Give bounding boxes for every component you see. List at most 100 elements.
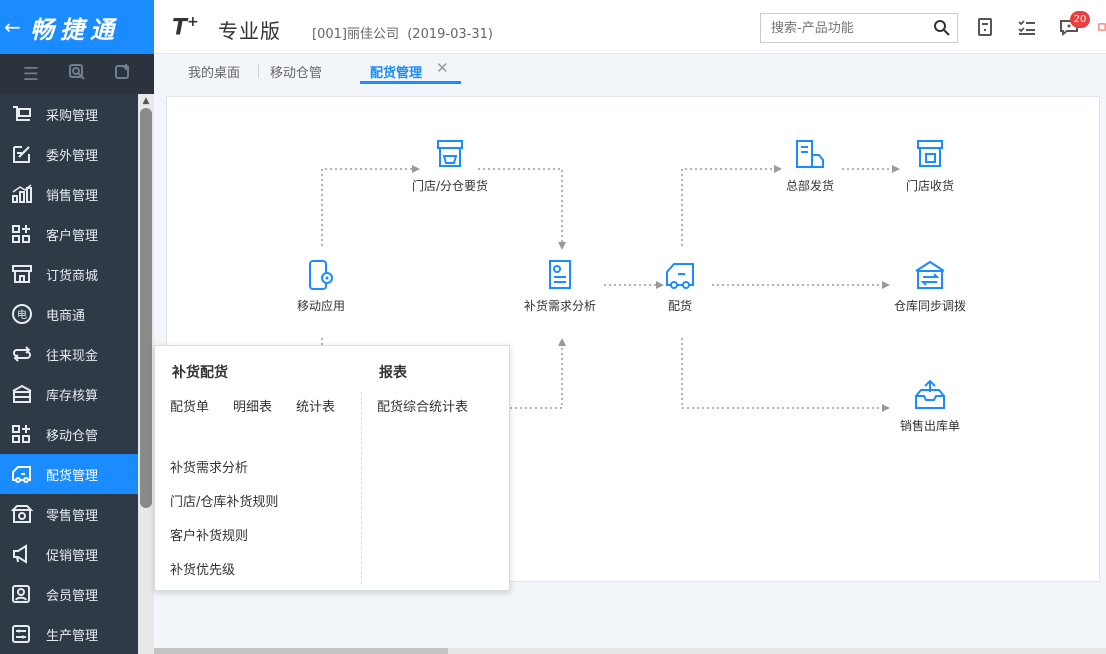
node-distribution[interactable]: 配货 bbox=[620, 258, 740, 314]
link-replenish-priority[interactable]: 补货优先级 bbox=[170, 559, 235, 578]
sidebar-item-mobile-warehouse[interactable]: 移动仓管 bbox=[0, 414, 138, 454]
node-hq-ship[interactable]: 总部发货 bbox=[750, 138, 870, 194]
login-date: (2019-03-31) bbox=[407, 27, 493, 42]
sidebar-item-label: 销售管理 bbox=[46, 188, 99, 204]
link-distribution-order[interactable]: 配货单 bbox=[170, 396, 209, 415]
notification-badge: 20 bbox=[1070, 11, 1090, 28]
tab-distribution[interactable]: 配货管理 bbox=[370, 62, 422, 81]
bar-chart-icon bbox=[10, 183, 34, 205]
sidebar: ← 畅捷通 ☰ 采购管理 委外管理 销售管理 客户管理 订货商城 电 电商通 往… bbox=[0, 0, 154, 654]
sidebar-item-ecommerce[interactable]: 电 电商通 bbox=[0, 294, 138, 334]
search-icon[interactable] bbox=[933, 19, 951, 41]
outbound-tray-icon bbox=[915, 379, 945, 409]
node-label: 移动应用 bbox=[296, 299, 345, 313]
submenu-heading-reports: 报表 bbox=[379, 365, 407, 381]
link-summary-report[interactable]: 统计表 bbox=[296, 396, 335, 415]
sidebar-item-customer[interactable]: 客户管理 bbox=[0, 214, 138, 254]
sidebar-item-purchase[interactable]: 采购管理 bbox=[0, 94, 138, 134]
submenu-heading-replenish: 补货配货 bbox=[172, 365, 228, 381]
node-label: 配货 bbox=[667, 299, 692, 313]
menu-icon[interactable]: ☰ bbox=[19, 64, 43, 85]
sidebar-item-label: 订货商城 bbox=[46, 268, 99, 284]
link-detail-report[interactable]: 明细表 bbox=[233, 396, 272, 415]
grid-plus-icon bbox=[10, 223, 34, 245]
node-label: 门店收货 bbox=[905, 179, 954, 193]
node-label: 补货需求分析 bbox=[523, 299, 596, 313]
brand-bar: ← 畅捷通 bbox=[0, 0, 154, 54]
search-menu-icon[interactable] bbox=[65, 63, 89, 86]
company-info: [001]丽佳公司 (2019-03-31) bbox=[312, 23, 493, 42]
sidebar-item-label: 库存核算 bbox=[46, 388, 99, 404]
sidebar-item-sales[interactable]: 销售管理 bbox=[0, 174, 138, 214]
node-label: 门店/分仓要货 bbox=[411, 179, 489, 193]
add-shortcut-icon[interactable] bbox=[111, 63, 135, 86]
search-input[interactable] bbox=[761, 14, 921, 42]
product-edition: 专业版 bbox=[218, 19, 281, 43]
sidebar-item-distribution[interactable]: 配货管理 bbox=[0, 454, 146, 494]
scrollbar-thumb[interactable] bbox=[140, 108, 152, 508]
warehouse-icon bbox=[10, 383, 34, 405]
scroll-up-arrow-icon[interactable]: ▲ bbox=[141, 96, 151, 106]
exchange-icon bbox=[10, 343, 34, 365]
hq-shipping-icon bbox=[796, 140, 824, 168]
node-store-receive[interactable]: 门店收货 bbox=[870, 138, 990, 194]
link-distribution-stats[interactable]: 配货综合统计表 bbox=[377, 396, 468, 415]
close-tab-icon[interactable]: ✕ bbox=[436, 59, 449, 77]
sidebar-toolbar: ☰ bbox=[0, 54, 154, 94]
sidebar-item-promotion[interactable]: 促销管理 bbox=[0, 534, 138, 574]
sidebar-item-outsource[interactable]: 委外管理 bbox=[0, 134, 138, 174]
sidebar-item-label: 配货管理 bbox=[46, 468, 99, 484]
sidebar-item-production[interactable]: 生产管理 bbox=[0, 614, 138, 654]
node-warehouse-transfer[interactable]: 仓库同步调拨 bbox=[870, 258, 990, 314]
delivery-truck-icon bbox=[666, 263, 694, 289]
horizontal-scrollbar-thumb[interactable] bbox=[154, 648, 448, 654]
sidebar-item-label: 采购管理 bbox=[46, 108, 99, 124]
megaphone-icon bbox=[10, 543, 34, 565]
task-list-icon[interactable] bbox=[1016, 16, 1038, 38]
sidebar-scrollbar[interactable]: ▲ bbox=[138, 94, 154, 654]
warehouse-transfer-icon bbox=[915, 260, 945, 289]
node-label: 销售出库单 bbox=[899, 419, 960, 433]
brand-name: 畅捷通 bbox=[30, 15, 120, 44]
search-box[interactable] bbox=[760, 13, 958, 43]
retail-icon bbox=[10, 503, 34, 525]
sidebar-item-label: 促销管理 bbox=[46, 548, 99, 564]
calculator-icon[interactable] bbox=[974, 16, 996, 38]
node-store-request[interactable]: 门店/分仓要货 bbox=[390, 138, 510, 194]
sidebar-item-label: 往来现金 bbox=[46, 348, 99, 364]
sidebar-item-inventory[interactable]: 库存核算 bbox=[0, 374, 138, 414]
member-icon bbox=[10, 583, 34, 605]
company-name: [001]丽佳公司 bbox=[312, 27, 399, 42]
grid-plus-icon bbox=[10, 423, 34, 445]
link-replenish-analysis[interactable]: 补货需求分析 bbox=[170, 457, 248, 476]
node-replenish-analysis[interactable]: 补货需求分析 bbox=[500, 258, 620, 314]
back-arrow-icon[interactable]: ← bbox=[4, 15, 24, 39]
active-tab-indicator bbox=[360, 81, 461, 84]
cart-icon bbox=[10, 103, 34, 125]
sidebar-item-retail[interactable]: 零售管理 bbox=[0, 494, 138, 534]
sidebar-item-label: 生产管理 bbox=[46, 628, 99, 644]
sidebar-item-order-mall[interactable]: 订货商城 bbox=[0, 254, 138, 294]
sidebar-item-label: 会员管理 bbox=[46, 588, 99, 604]
svg-text:电: 电 bbox=[17, 308, 27, 321]
sidebar-item-label: 移动仓管 bbox=[46, 428, 99, 444]
tab-my-desktop[interactable]: 我的桌面 bbox=[188, 62, 240, 81]
sidebar-item-cash[interactable]: 往来现金 bbox=[0, 334, 138, 374]
tab-mobile-warehouse[interactable]: 移动仓管 bbox=[270, 62, 322, 81]
store-icon bbox=[10, 263, 34, 285]
link-customer-replenish-rules[interactable]: 客户补货规则 bbox=[170, 525, 248, 544]
header: T+ 专业版 [001]丽佳公司 (2019-03-31) 20 bbox=[154, 0, 1106, 54]
analysis-report-icon bbox=[549, 260, 571, 289]
store-basket-icon bbox=[437, 140, 463, 167]
sidebar-item-label: 客户管理 bbox=[46, 228, 99, 244]
node-sales-outbound[interactable]: 销售出库单 bbox=[870, 378, 990, 434]
edit-doc-icon bbox=[10, 143, 34, 165]
link-store-replenish-rules[interactable]: 门店/仓库补货规则 bbox=[170, 491, 278, 510]
ecommerce-icon: 电 bbox=[10, 303, 34, 325]
distribution-submenu: 补货配货 报表 配货单 明细表 统计表 配货综合统计表 补货需求分析 门店/仓库… bbox=[154, 345, 510, 591]
user-icon[interactable] bbox=[1098, 16, 1106, 38]
sidebar-item-member[interactable]: 会员管理 bbox=[0, 574, 138, 614]
node-mobile-app[interactable]: 移动应用 bbox=[261, 258, 381, 314]
horizontal-scrollbar[interactable] bbox=[154, 648, 1106, 654]
production-icon bbox=[10, 623, 34, 645]
